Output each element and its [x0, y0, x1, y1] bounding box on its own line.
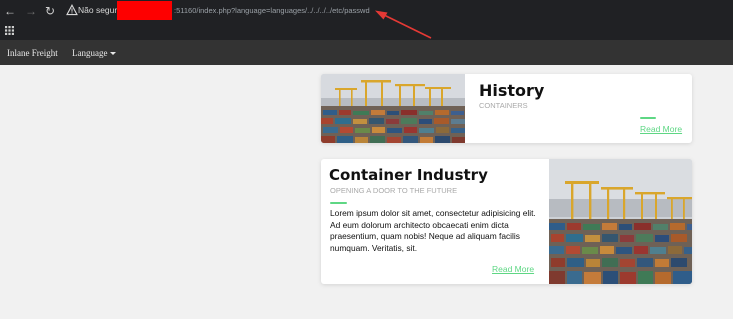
history-card: History CONTAINERS Read More [321, 74, 692, 143]
bookmarks-bar [0, 22, 733, 40]
back-arrow-icon[interactable]: ← [3, 4, 17, 18]
apps-grid-icon[interactable] [5, 26, 14, 35]
container-industry-card: Container Industry OPENING A DOOR TO THE… [321, 159, 692, 284]
site-navbar: Inlane Freight Language [0, 40, 733, 65]
redacted-host-block [117, 1, 172, 20]
history-subtitle: CONTAINERS [479, 101, 528, 110]
reload-icon[interactable]: ↻ [43, 4, 57, 18]
security-label[interactable]: Não seguro [78, 5, 122, 15]
accent-divider [330, 202, 347, 204]
industry-read-more-link[interactable]: Read More [492, 264, 534, 274]
brand-link[interactable]: Inlane Freight [7, 48, 58, 58]
container-port-image [549, 159, 692, 284]
history-title: History [479, 81, 545, 100]
address-bar-url[interactable]: :51160/index.php?language=languages/../.… [174, 6, 370, 15]
warning-triangle-icon[interactable] [66, 4, 78, 16]
history-read-more-link[interactable]: Read More [640, 124, 682, 134]
industry-title: Container Industry [329, 166, 488, 184]
forward-arrow-icon[interactable]: → [24, 4, 38, 18]
caret-down-icon [110, 52, 117, 55]
language-dropdown[interactable]: Language [72, 48, 117, 58]
language-dropdown-label: Language [72, 48, 108, 58]
browser-toolbar: ← → ↻ Não seguro :51160/index.php?langua… [0, 0, 733, 22]
industry-body-text: Lorem ipsum dolor sit amet, consectetur … [330, 208, 536, 253]
container-port-image [321, 74, 465, 143]
accent-divider [640, 117, 656, 119]
industry-subtitle: OPENING A DOOR TO THE FUTURE [330, 186, 458, 195]
